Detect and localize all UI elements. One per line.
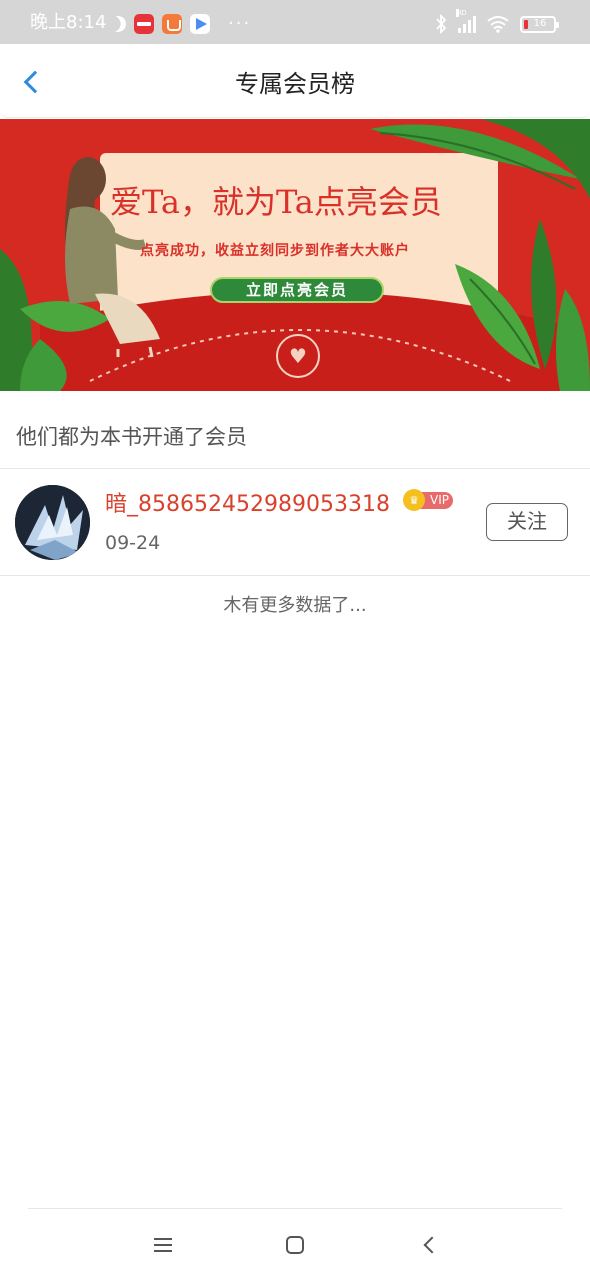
member-name[interactable]: 暗_858652452989053318	[105, 491, 390, 519]
home-button[interactable]	[275, 1230, 315, 1260]
signal-icon: HD	[456, 9, 476, 33]
avatar[interactable]	[15, 485, 90, 560]
nav-divider	[28, 1208, 562, 1209]
system-nav-bar	[0, 1210, 590, 1280]
back-icon	[423, 1236, 441, 1254]
play-store-icon	[190, 14, 210, 34]
app-header: 专属会员榜	[0, 44, 590, 118]
avatar-image	[15, 485, 90, 560]
hd-label: HD	[456, 9, 467, 17]
wifi-icon	[487, 16, 509, 33]
moon-icon	[108, 14, 129, 35]
section-title: 他们都为本书开通了会员	[16, 425, 247, 449]
follow-button[interactable]: 关注	[486, 503, 568, 541]
bluetooth-icon	[436, 14, 447, 34]
more-notifications-icon: ···	[228, 13, 252, 34]
status-system-icons: HD 16	[434, 9, 559, 36]
light-up-member-button[interactable]: 立即点亮会员	[210, 277, 384, 303]
recent-apps-button[interactable]	[143, 1230, 183, 1260]
divider	[0, 575, 590, 576]
vip-badge: ♛ VIP	[403, 489, 453, 511]
banner-title: 爱Ta，就为Ta点亮会员	[110, 183, 442, 221]
heart-seal: ♥	[276, 334, 320, 378]
status-bar: 晚上8:14 ··· HD 16	[0, 0, 590, 44]
status-notification-icons: ···	[110, 13, 251, 35]
list-end-text: 木有更多数据了...	[223, 595, 367, 616]
shopping-app-icon	[162, 14, 182, 34]
battery-icon: 16	[520, 15, 559, 33]
member-list-item[interactable]: 暗_858652452989053318 ♛ VIP 09-24 关注	[0, 469, 590, 575]
page-title: 专属会员榜	[235, 70, 355, 98]
home-icon	[286, 1236, 304, 1254]
member-date: 09-24	[105, 532, 161, 554]
app-notification-icon	[134, 14, 154, 34]
system-back-button[interactable]	[410, 1230, 450, 1260]
battery-level: 16	[533, 18, 547, 29]
banner-subtitle: 点亮成功，收益立刻同步到作者大大账户	[140, 243, 410, 259]
heart-icon: ♥	[289, 344, 307, 368]
crown-icon: ♛	[403, 489, 425, 511]
menu-icon	[154, 1238, 172, 1252]
status-time: 晚上8:14	[30, 12, 107, 33]
